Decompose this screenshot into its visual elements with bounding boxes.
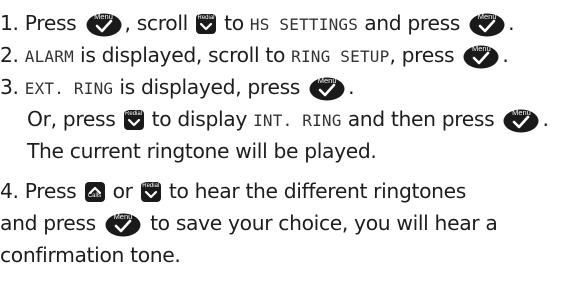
menu-key-icon: Menu: [469, 12, 505, 37]
step-text: Press: [24, 11, 77, 35]
menu-item-label: EXT. RING: [24, 79, 114, 98]
step-3-alt: Or, press Redial to display INT. RING an…: [27, 107, 549, 133]
step-number: 4.: [0, 179, 19, 203]
menu-item-label: INT. RING: [253, 111, 342, 130]
menu-item-label: HS SETTINGS: [249, 15, 359, 34]
step-number: 1.: [0, 11, 19, 35]
calls-key-icon: Calls: [84, 182, 105, 202]
step-3: 3. EXT. RING is displayed, press Menu.: [0, 75, 355, 101]
step-text: is displayed, press: [119, 75, 301, 99]
menu-item-label: ALARM: [24, 47, 74, 66]
step-1: 1. Press Menu, scroll Redial to HS SETTI…: [0, 11, 515, 37]
step-4-end: confirmation tone.: [0, 240, 181, 270]
redial-key-icon: Redial: [140, 182, 161, 202]
step-text: to save your choice, you will hear a: [150, 211, 498, 235]
step-2: 2. ALARM is displayed, scroll to RING SE…: [0, 43, 509, 69]
instructions: 1. Press Menu, scroll Redial to HS SETTI…: [0, 0, 588, 286]
menu-key-icon: Menu: [86, 12, 122, 37]
step-text: and press: [364, 11, 461, 35]
menu-key-icon: Menu: [309, 76, 345, 101]
step-number: 2.: [0, 43, 19, 67]
step-text: Or, press: [27, 107, 116, 131]
menu-key-icon: Menu: [503, 108, 539, 133]
step-3-note: The current ringtone will be played.: [27, 136, 377, 166]
step-text: , press: [389, 43, 455, 67]
step-text: to: [224, 11, 244, 35]
step-text: and press: [0, 211, 96, 235]
menu-key-icon: Menu: [105, 212, 141, 237]
step-4: 4. Press Calls or Redial to hear the dif…: [0, 176, 466, 206]
step-number: 3.: [0, 75, 19, 99]
menu-item-label: RING SETUP: [291, 47, 390, 66]
step-text: The current ringtone will be played.: [27, 139, 377, 163]
step-text: Press: [24, 179, 77, 203]
step-text: , scroll: [124, 11, 189, 35]
step-4-cont: and press Menu to save your choice, you …: [0, 208, 498, 238]
step-text: confirmation tone.: [0, 243, 181, 267]
step-text: to hear the different ringtones: [168, 179, 466, 203]
redial-key-icon: Redial: [196, 14, 217, 34]
redial-key-icon: Redial: [123, 110, 144, 130]
menu-key-icon: Menu: [463, 44, 499, 69]
step-text: is displayed, scroll to: [80, 43, 285, 67]
step-text: and then press: [347, 107, 495, 131]
step-text: or: [112, 179, 133, 203]
step-text: to display: [151, 107, 248, 131]
